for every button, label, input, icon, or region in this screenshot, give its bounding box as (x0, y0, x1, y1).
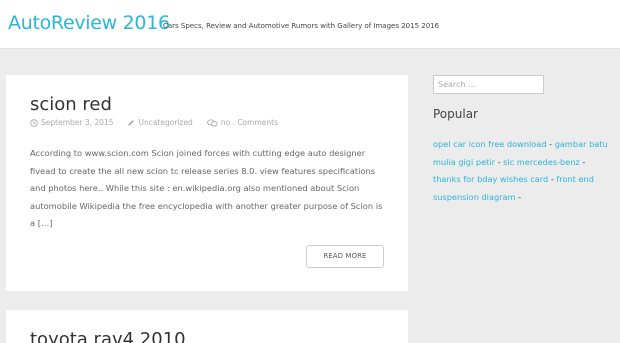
separator: - (518, 191, 522, 202)
popular-widget-title: Popular (433, 107, 478, 121)
post-card: toyota rav4 2010 (6, 310, 408, 343)
separator: - (550, 174, 554, 184)
post-date[interactable]: September 3, 2015 (30, 118, 113, 127)
post-category-text: Uncategorized (138, 118, 193, 127)
clock-icon (30, 118, 38, 127)
popular-link[interactable]: opel car icon free download (433, 139, 547, 149)
popular-link[interactable]: slc mercedes-benz (503, 157, 580, 167)
post-title[interactable]: scion red (30, 94, 112, 115)
comment-icon (206, 118, 218, 127)
separator: - (497, 156, 501, 167)
site-title[interactable]: AutoReview 2016 (8, 12, 170, 34)
post-category[interactable]: Uncategorized (127, 118, 193, 127)
separator: - (549, 139, 553, 149)
site-tagline: Cars Specs, Review and Automotive Rumors… (163, 22, 440, 30)
post-comments[interactable]: no . Comments (206, 118, 278, 127)
popular-link[interactable]: thanks for bday wishes card (433, 174, 548, 184)
post-card: scion red September 3, 2015 Uncategorize… (6, 75, 408, 291)
post-comments-text: no . Comments (220, 118, 278, 127)
separator: - (582, 156, 586, 167)
search-input[interactable] (433, 75, 544, 94)
read-more-button[interactable]: READ MORE (306, 245, 384, 268)
popular-links: opel car icon free download - gambar bat… (433, 136, 609, 206)
post-date-text: September 3, 2015 (41, 118, 114, 127)
post-meta: September 3, 2015 Uncategorized no . Com… (30, 118, 292, 127)
post-excerpt: According to www.scion.com Scion joined … (30, 148, 383, 228)
post-title[interactable]: toyota rav4 2010 (30, 329, 186, 343)
site-header: AutoReview 2016 Cars Specs, Review and A… (0, 0, 620, 49)
pencil-icon (128, 119, 135, 126)
